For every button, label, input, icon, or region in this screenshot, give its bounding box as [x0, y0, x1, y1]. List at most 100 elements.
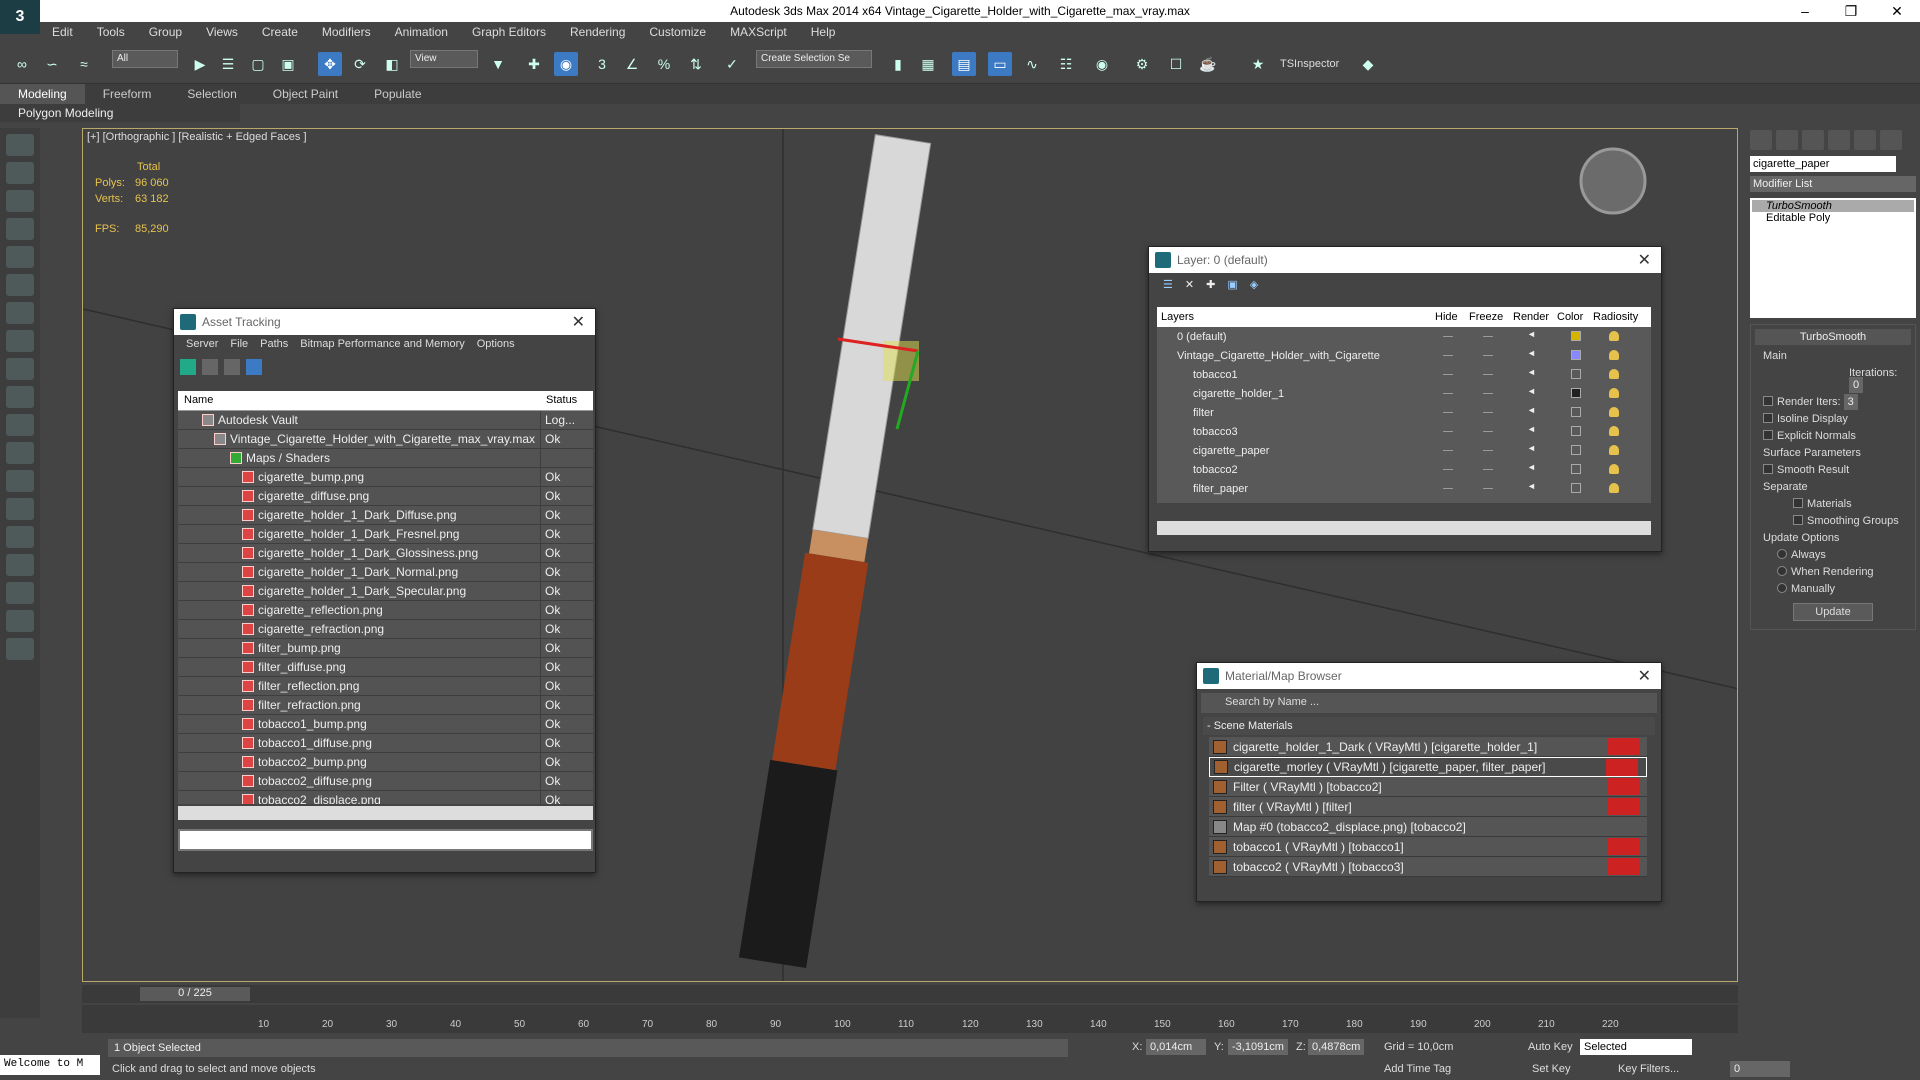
col-hide[interactable]: Hide [1431, 307, 1465, 327]
render-teapot-icon[interactable]: ◄ [1527, 443, 1537, 453]
angle-snap-icon[interactable]: ∠ [620, 52, 644, 76]
col-layers[interactable]: Layers [1157, 307, 1431, 327]
asset-row[interactable]: cigarette_holder_1_Dark_Diffuse.png Ok [178, 506, 593, 525]
particles-icon[interactable] [6, 526, 34, 548]
radiosity-icon[interactable] [1609, 407, 1619, 417]
z-coord-field[interactable]: 0,4878cm [1308, 1039, 1364, 1055]
track-bar[interactable]: 10 20 30 40 50 60 70 80 90 100 110 120 130 140 150 160 1… [82, 1005, 1738, 1033]
layer-scrollbar[interactable] [1157, 521, 1651, 535]
col-render[interactable]: Render [1509, 307, 1553, 327]
menu-edit[interactable]: Edit [40, 22, 85, 42]
layer-row[interactable]: tobacco2 ◄ [1157, 460, 1651, 479]
curve-editor-icon[interactable]: ∿ [1020, 52, 1044, 76]
radiosity-icon[interactable] [1609, 388, 1619, 398]
freeze-toggle[interactable] [1483, 393, 1493, 403]
material-row[interactable]: Map #0 (tobacco2_displace.png) [tobacco2… [1209, 817, 1647, 837]
layer-row[interactable]: cigarette_paper ◄ [1157, 441, 1651, 460]
asset-row[interactable]: cigarette_holder_1_Dark_Fresnel.png Ok [178, 525, 593, 544]
tab-populate[interactable]: Populate [356, 84, 439, 104]
material-browser-titlebar[interactable]: Material/Map Browser ✕ [1197, 663, 1661, 689]
link-icon[interactable]: ∞ [10, 52, 34, 76]
modify-tab-icon[interactable] [1776, 130, 1798, 150]
ball-icon[interactable] [6, 498, 34, 520]
tsinspector-icon[interactable]: ★ [1246, 52, 1270, 76]
viewcube[interactable] [1579, 147, 1647, 215]
window-crossing-icon[interactable]: ▣ [276, 52, 300, 76]
diamond-icon[interactable]: ◆ [1356, 52, 1380, 76]
lightbulb-icon[interactable] [6, 246, 34, 268]
freeze-toggle[interactable] [1483, 469, 1493, 479]
layer-row[interactable]: cigarette_holder_1 ◄ [1157, 384, 1651, 403]
menu-options[interactable]: Options [471, 338, 521, 355]
named-selection-set[interactable]: Create Selection Se [756, 50, 872, 68]
plant-icon[interactable] [6, 610, 34, 632]
cone-icon[interactable] [6, 442, 34, 464]
col-radiosity[interactable]: Radiosity [1589, 307, 1642, 327]
layer-titlebar[interactable]: Layer: 0 (default) ✕ [1149, 247, 1661, 273]
menu-paths[interactable]: Paths [254, 338, 294, 355]
table-view-icon[interactable] [224, 359, 240, 375]
select-scale-icon[interactable]: ◧ [380, 52, 404, 76]
close-icon[interactable]: ✕ [1638, 250, 1651, 270]
compass-icon[interactable] [6, 582, 34, 604]
asset-row[interactable]: cigarette_diffuse.png Ok [178, 487, 593, 506]
graphite-toggle-icon[interactable]: ▭ [988, 52, 1012, 76]
percent-snap-icon[interactable]: % [652, 52, 676, 76]
smooth-result-checkbox[interactable] [1763, 464, 1773, 474]
menu-help[interactable]: Help [799, 22, 848, 42]
menu-tools[interactable]: Tools [85, 22, 137, 42]
layer-color-swatch[interactable] [1571, 445, 1581, 455]
layer-row[interactable]: filter ◄ [1157, 403, 1651, 422]
box-icon[interactable] [6, 358, 34, 380]
layer-row[interactable]: Vintage_Cigarette_Holder_with_Cigarette ◄ [1157, 346, 1651, 365]
layer-row[interactable]: tobacco1 ◄ [1157, 365, 1651, 384]
snap-icon[interactable]: 3 [590, 52, 614, 76]
bind-spacewarp-icon[interactable]: ≈ [72, 52, 96, 76]
horizontal-scrollbar[interactable] [178, 806, 593, 820]
isoline-checkbox[interactable] [1763, 413, 1773, 423]
render-teapot-icon[interactable]: ◄ [1527, 424, 1537, 434]
turbosmooth-title[interactable]: TurboSmooth [1755, 329, 1911, 345]
menu-graph-editors[interactable]: Graph Editors [460, 22, 558, 42]
select-move-icon[interactable]: ✥ [318, 52, 342, 76]
ribbon-panel-polygon-modeling[interactable]: Polygon Modeling [0, 104, 240, 122]
time-slider[interactable]: 0 / 225 [82, 985, 1738, 1003]
list-view-icon[interactable] [202, 359, 218, 375]
layer-color-swatch[interactable] [1571, 388, 1581, 398]
col-color[interactable]: Color [1553, 307, 1589, 327]
menu-create[interactable]: Create [250, 22, 310, 42]
freeze-toggle[interactable] [1483, 412, 1493, 422]
layer-color-swatch[interactable] [1571, 483, 1581, 493]
add-to-layer-icon[interactable]: ✚ [1206, 278, 1215, 294]
render-teapot-icon[interactable]: ◄ [1527, 405, 1537, 415]
material-row[interactable]: cigarette_holder_1_Dark ( VRayMtl ) [cig… [1209, 737, 1647, 757]
rect-selection-icon[interactable]: ▢ [246, 52, 270, 76]
camera-icon[interactable] [6, 162, 34, 184]
app-logo[interactable]: 3 [0, 0, 40, 34]
asset-row[interactable]: tobacco1_bump.png Ok [178, 715, 593, 734]
teapot-icon[interactable] [6, 134, 34, 156]
hide-toggle[interactable] [1443, 412, 1453, 422]
freeze-toggle[interactable] [1483, 450, 1493, 460]
delete-layer-icon[interactable]: ✕ [1185, 278, 1194, 294]
radiosity-icon[interactable] [1609, 369, 1619, 379]
torus-icon[interactable] [6, 414, 34, 436]
freeze-toggle[interactable] [1483, 355, 1493, 365]
update-button[interactable]: Update [1793, 603, 1873, 621]
rendered-frame-icon[interactable]: ☐ [1164, 52, 1188, 76]
asset-row[interactable]: cigarette_holder_1_Dark_Glossiness.png Ok [178, 544, 593, 563]
menu-animation[interactable]: Animation [383, 22, 460, 42]
menu-group[interactable]: Group [137, 22, 194, 42]
hierarchy-tab-icon[interactable] [1802, 130, 1824, 150]
frame-counter[interactable]: 0 / 225 [140, 987, 250, 1001]
manipulate-icon[interactable]: ✚ [522, 52, 546, 76]
select-rotate-icon[interactable]: ⟳ [348, 52, 372, 76]
menu-bitmap-performance[interactable]: Bitmap Performance and Memory [294, 338, 470, 355]
asset-tracking-titlebar[interactable]: Asset Tracking ✕ [174, 309, 595, 335]
create-tab-icon[interactable] [1750, 130, 1772, 150]
always-radio[interactable] [1777, 549, 1787, 559]
hair-icon[interactable] [6, 638, 34, 660]
hide-toggle[interactable] [1443, 431, 1453, 441]
radiosity-icon[interactable] [1609, 483, 1619, 493]
unlink-icon[interactable]: ∽ [40, 52, 64, 76]
